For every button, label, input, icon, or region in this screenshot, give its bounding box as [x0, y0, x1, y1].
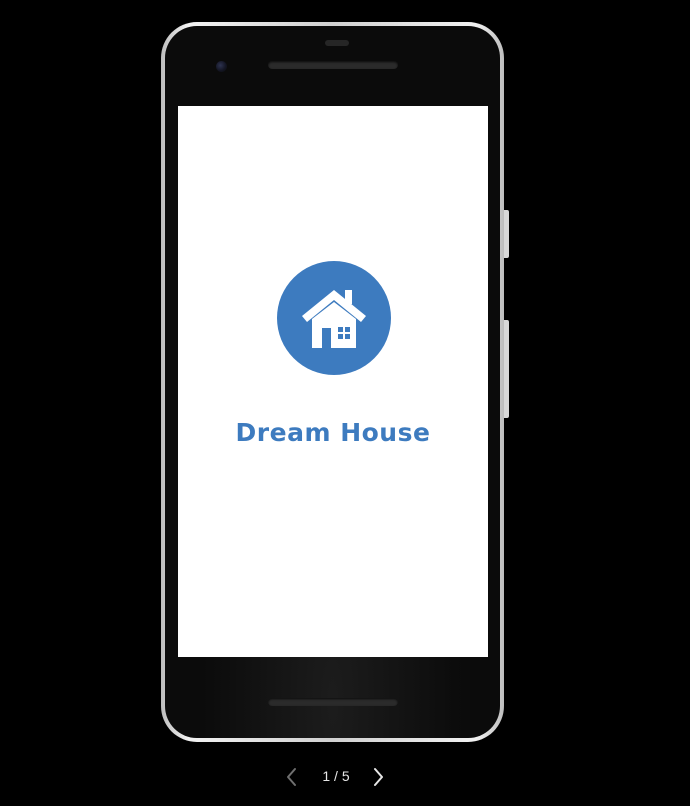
- front-camera: [216, 61, 227, 72]
- house-icon: [302, 290, 366, 348]
- phone-screen: Dream House: [178, 106, 488, 657]
- power-button: [504, 210, 509, 258]
- slide-pager: 1 / 5: [280, 762, 390, 790]
- app-name-title: Dream House: [235, 418, 431, 447]
- volume-button: [504, 320, 509, 418]
- top-speaker-grille: [268, 61, 398, 69]
- chevron-right-icon: [374, 768, 383, 786]
- phone-mockup: Dream House: [161, 22, 509, 742]
- gallery-stage: Dream House 1 / 5: [0, 0, 690, 806]
- earpiece: [325, 40, 349, 46]
- bottom-speaker-grille: [268, 698, 398, 706]
- next-slide-button[interactable]: [368, 766, 388, 788]
- chevron-left-icon: [287, 768, 296, 786]
- app-logo: [277, 261, 391, 375]
- previous-slide-button[interactable]: [282, 766, 302, 788]
- slide-counter: 1 / 5: [322, 768, 350, 784]
- phone-bezel: Dream House: [165, 26, 500, 738]
